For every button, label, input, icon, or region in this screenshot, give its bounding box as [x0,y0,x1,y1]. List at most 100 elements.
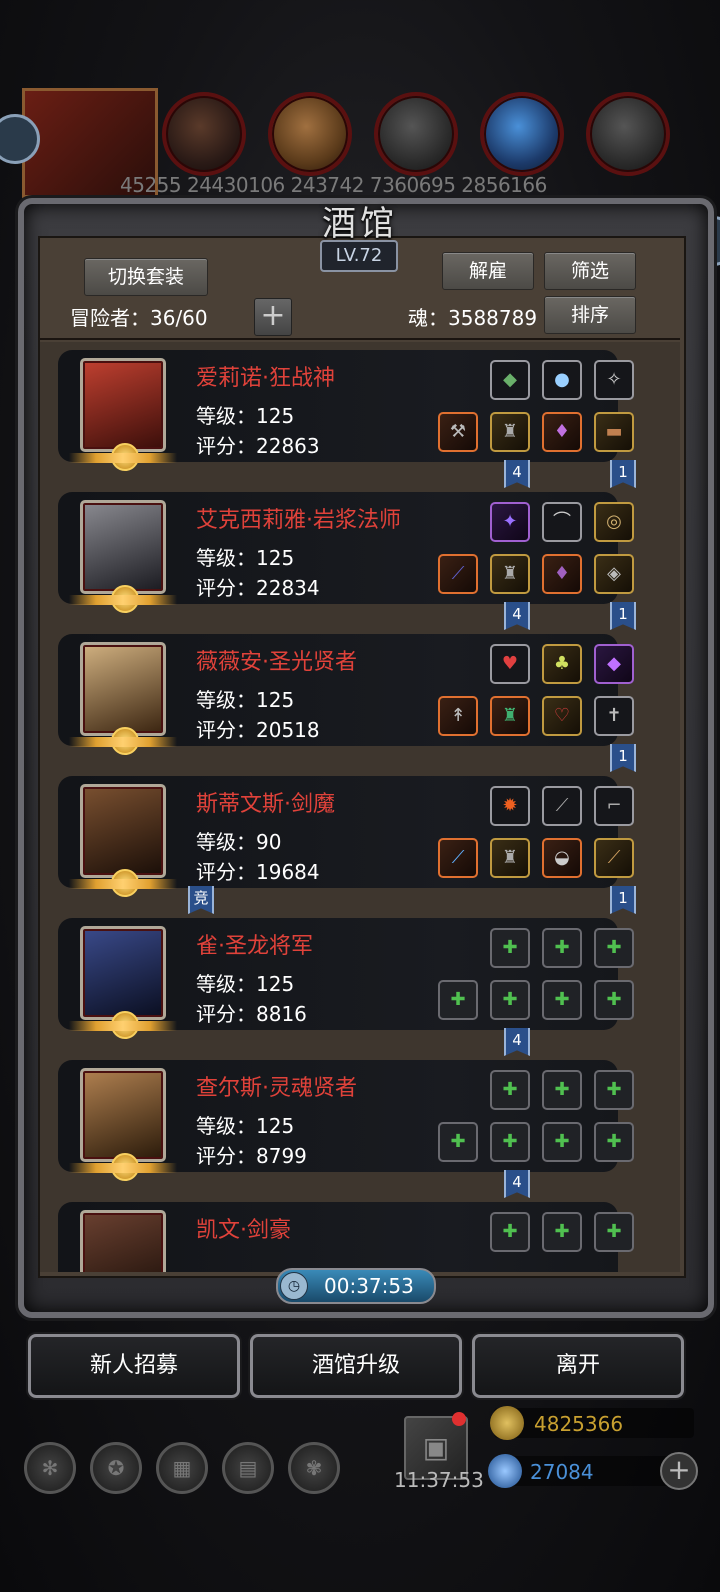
settings-gear-icon[interactable]: ✻ [24,1442,76,1494]
feather-slot-icon[interactable]: ⟋ [542,786,582,826]
empty-slot-plus-icon[interactable]: ✚ [594,1122,634,1162]
emblem-slot-icon[interactable]: ✧ [594,360,634,400]
hero-row[interactable]: 爱莉诺·狂战神 等级：125 评分：22863 ◆ ● ✧ ⚒ ♜ ♦ ▬ [58,350,634,471]
armor-slot-icon[interactable]: ♜ [490,412,530,452]
gold-amount: 4825366 [534,1412,624,1436]
empty-slot-plus-icon[interactable]: ✚ [490,1070,530,1110]
hero-level: 等级：125 [196,1114,295,1138]
filter-button[interactable]: 筛选 [544,252,636,290]
empty-slot-plus-icon[interactable]: ✚ [542,928,582,968]
pendant-slot-icon[interactable]: ♦ [542,554,582,594]
hero-level: 等级：125 [196,972,295,996]
hero-name: 艾克西莉雅·岩浆法师 [196,508,401,533]
hero-list[interactable]: 爱莉诺·狂战神 等级：125 评分：22863 ◆ ● ✧ ⚒ ♜ ♦ ▬ 4 … [40,342,680,1272]
compass-slot-icon[interactable]: ◎ [594,502,634,542]
helmet-slot-icon[interactable]: ♦ [542,412,582,452]
rank-medal-icon [111,1153,139,1181]
amulet-slot-icon[interactable]: ◈ [594,554,634,594]
crystal-slot-icon[interactable]: ◆ [594,644,634,684]
tavern-upgrade-button[interactable]: 酒馆升级 [250,1334,462,1398]
leave-button[interactable]: 离开 [472,1334,684,1398]
empty-slot-plus-icon[interactable]: ✚ [542,980,582,1020]
hero-portrait [69,642,177,755]
rank-medal-icon [111,443,139,471]
empty-slot-plus-icon[interactable]: ✚ [594,928,634,968]
staff-slot-icon[interactable]: ✝ [594,696,634,736]
hero-row[interactable]: 雀·圣龙将军 等级：125 评分：8816 ✚ ✚ ✚ ✚ ✚ ✚ ✚ [58,918,634,1039]
gold-coin-icon [490,1406,524,1440]
gloves-slot-icon[interactable]: ♡ [542,696,582,736]
empty-slot-plus-icon[interactable]: ✚ [490,980,530,1020]
accessory-slot-icon[interactable]: ▬ [594,412,634,452]
empty-slot-plus-icon[interactable]: ✚ [594,980,634,1020]
helmet-slot-icon[interactable]: ◒ [542,838,582,878]
panel-title: 酒馆 [322,204,398,244]
upgrade-flag: 1 [610,886,636,914]
hero-score: 评分：20518 [196,718,320,742]
hero-row[interactable]: 斯蒂文斯·剑魔 等级：90 评分：19684 ✹ ⟋ ⌐ ⟋ ♜ ◒ ⟋ [58,776,634,897]
hero-score: 评分：22834 [196,576,320,600]
rank-medal-icon [111,869,139,897]
hero-score: 评分：8799 [196,1144,307,1168]
heart-slot-icon[interactable]: ♥ [490,644,530,684]
shop-icon[interactable]: ▦ [156,1442,208,1494]
hero-row[interactable]: 凯文·剑豪 ✚ ✚ ✚ [58,1202,634,1272]
weapon-slot-icon[interactable]: ⟋ [438,554,478,594]
upgrade-flag: 1 [610,744,636,772]
empty-slot-plus-icon[interactable]: ✚ [594,1070,634,1110]
meat-resource-icon [162,92,246,176]
armor-slot-icon[interactable]: ♜ [490,554,530,594]
empty-slot-plus-icon[interactable]: ✚ [490,928,530,968]
rune-slot-icon[interactable]: ✦ [490,502,530,542]
hero-row[interactable]: 查尔斯·灵魂贤者 等级：125 评分：8799 ✚ ✚ ✚ ✚ ✚ ✚ ✚ [58,1060,634,1181]
empty-slot-plus-icon[interactable]: ✚ [542,1122,582,1162]
rank-medal-icon [111,585,139,613]
dismiss-button[interactable]: 解雇 [442,252,534,290]
sort-button[interactable]: 排序 [544,296,636,334]
add-currency-button[interactable]: + [660,1452,698,1490]
hero-portrait [80,1210,166,1272]
empty-slot-plus-icon[interactable]: ✚ [438,1122,478,1162]
empty-slot-plus-icon[interactable]: ✚ [490,1122,530,1162]
gem-amount: 27084 [530,1460,594,1484]
weapon-slot-icon[interactable]: ↟ [438,696,478,736]
gem-slot-icon[interactable]: ● [542,360,582,400]
notification-dot [452,1412,466,1426]
empty-slot-plus-icon[interactable]: ✚ [594,1212,634,1252]
upgrade-flag: 4 [504,1170,530,1198]
empty-slot-plus-icon[interactable]: ✚ [438,980,478,1020]
pistol-slot-icon[interactable]: ⌐ [594,786,634,826]
hero-name: 凯文·剑豪 [196,1218,291,1243]
sword-slot-icon[interactable]: ⟋ [438,838,478,878]
gift-timer: 11:37:53 [394,1468,484,1492]
hero-row[interactable]: 薇薇安·圣光贤者 等级：125 评分：20518 ♥ ♣ ◆ ↟ ♜ ♡ ✝ [58,634,634,755]
empty-slot-plus-icon[interactable]: ✚ [542,1070,582,1110]
guild-icon[interactable]: ✪ [90,1442,142,1494]
necklace-slot-icon[interactable]: ⌒ [542,502,582,542]
hero-name: 薇薇安·圣光贤者 [196,650,357,675]
upgrade-flag: 4 [504,1028,530,1056]
bracer-slot-icon[interactable]: ⟋ [594,838,634,878]
hero-score: 评分：8816 [196,1002,307,1026]
switch-outfit-button[interactable]: 切换套装 [84,258,208,296]
armor-slot-icon[interactable]: ♜ [490,838,530,878]
book-icon[interactable]: ▤ [222,1442,274,1494]
armor-slot-icon[interactable]: ♜ [490,696,530,736]
hero-level: 等级：90 [196,830,282,854]
stone-resource-icon [586,92,670,176]
fire-slot-icon[interactable]: ✹ [490,786,530,826]
iron-resource-icon [374,92,458,176]
empty-slot-plus-icon[interactable]: ✚ [542,1212,582,1252]
upgrade-flag: 1 [610,460,636,488]
hero-row[interactable]: 艾克西莉雅·岩浆法师 等级：125 评分：22834 ✦ ⌒ ◎ ⟋ ♜ ♦ ◈ [58,492,634,613]
hero-portrait [69,784,177,897]
recruit-button[interactable]: 新人招募 [28,1334,240,1398]
empty-slot-plus-icon[interactable]: ✚ [490,1212,530,1252]
lantern-slot-icon[interactable]: ♣ [542,644,582,684]
rune-slot-icon[interactable]: ◆ [490,360,530,400]
weapon-slot-icon[interactable]: ⚒ [438,412,478,452]
add-slot-button[interactable]: + [254,298,292,336]
skill-icon[interactable]: ✾ [288,1442,340,1494]
refresh-timer: ◷ 00:37:53 [276,1268,436,1304]
hero-portrait [69,926,177,1039]
